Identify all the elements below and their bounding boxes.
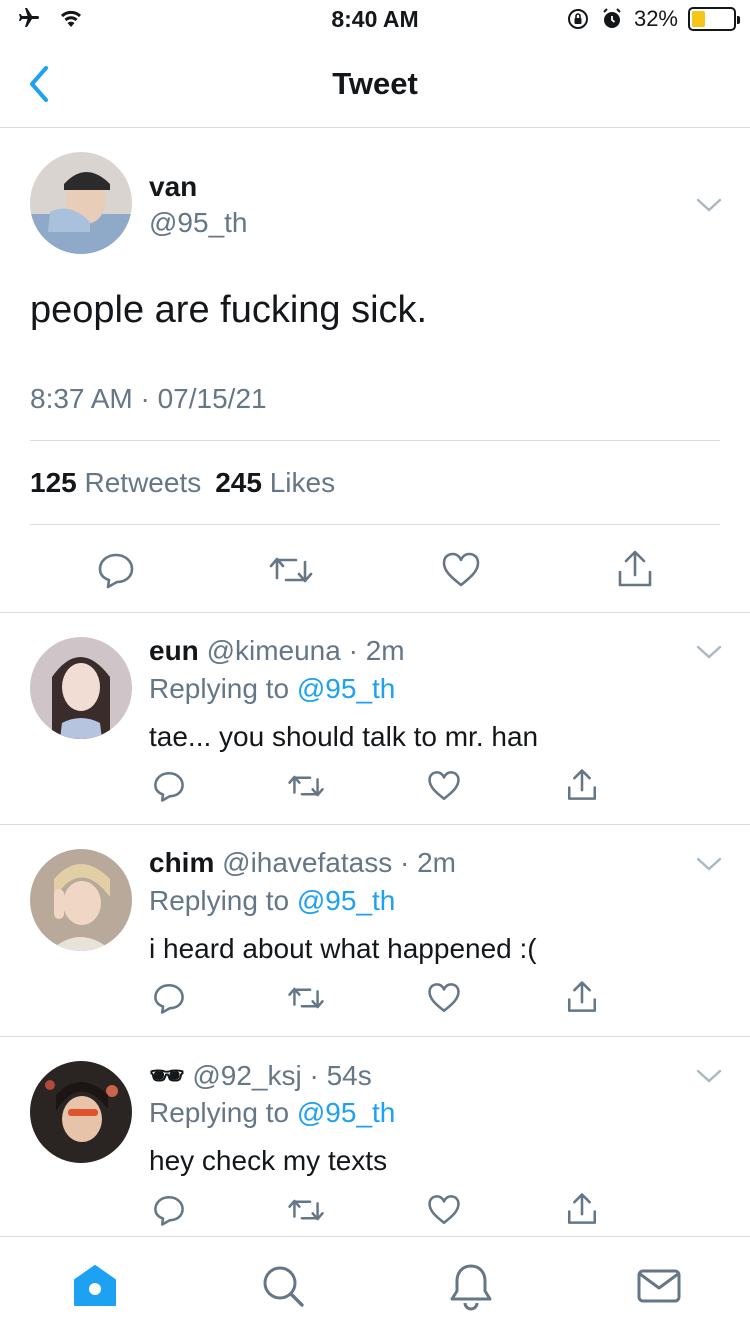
author-name[interactable]: van: [149, 171, 197, 203]
reply-icon[interactable]: [152, 769, 186, 803]
reply-tweet[interactable]: eun @kimeuna · 2m Replying to @95_th tae…: [0, 613, 750, 825]
retweet-label: Retweets: [84, 467, 202, 498]
like-label: Likes: [269, 467, 336, 498]
heart-icon[interactable]: [427, 769, 461, 803]
battery-percent: 32%: [633, 6, 678, 31]
tweet-text: people are fucking sick.: [30, 289, 428, 331]
chevron-down-icon[interactable]: [695, 196, 723, 214]
reply-time: · 54s: [309, 1060, 372, 1091]
page-title: Tweet: [332, 66, 418, 101]
divider: [30, 524, 720, 525]
home-icon[interactable]: [70, 1261, 120, 1311]
divider: [30, 440, 720, 441]
replying-prefix: Replying to: [149, 673, 290, 704]
notifications-icon[interactable]: [446, 1261, 496, 1311]
main-tweet: van @95_th people are fucking sick. 8:37…: [0, 129, 750, 613]
reply-text: hey check my texts: [149, 1145, 388, 1176]
alarm-icon: [603, 8, 621, 28]
like-count: 245: [215, 467, 262, 498]
reply-tweet[interactable]: 🕶 @92_ksj · 54s Replying to @95_th hey c…: [0, 1037, 750, 1249]
reply-header: eun @kimeuna · 2m: [149, 635, 405, 667]
chevron-down-icon[interactable]: [695, 855, 723, 873]
replying-prefix: Replying to: [149, 1097, 290, 1128]
share-icon[interactable]: [565, 1191, 599, 1227]
reply-actions: [0, 763, 750, 803]
reply-text: tae... you should talk to mr. han: [149, 721, 539, 752]
likes-stat[interactable]: 245 Likes: [215, 467, 335, 499]
reply-author-name[interactable]: eun: [149, 635, 199, 666]
reply-author-name[interactable]: 🕶: [149, 1060, 185, 1091]
tweet-stats: 125 Retweets 245 Likes: [30, 467, 349, 499]
messages-icon[interactable]: [634, 1261, 684, 1311]
rotation-lock-icon: [567, 9, 588, 29]
reply-tweet[interactable]: chim @ihavefatass · 2m Replying to @95_t…: [0, 825, 750, 1037]
reply-icon[interactable]: [152, 981, 186, 1015]
replying-prefix: Replying to: [149, 885, 290, 916]
status-bar: 8:40 AM 32%: [0, 0, 750, 40]
battery-fill: [692, 11, 705, 27]
retweet-icon[interactable]: [287, 1193, 325, 1227]
reply-author-handle[interactable]: @kimeuna: [207, 635, 341, 666]
author-handle[interactable]: @95_th: [149, 207, 248, 239]
chevron-down-icon[interactable]: [695, 643, 723, 661]
reply-author-handle[interactable]: @ihavefatass: [222, 847, 392, 878]
replying-to: Replying to @95_th: [149, 885, 395, 917]
reply-actions: [0, 1187, 750, 1227]
reply-icon[interactable]: [96, 550, 136, 590]
reply-header: chim @ihavefatass · 2m: [149, 847, 456, 879]
share-icon[interactable]: [565, 767, 599, 803]
reply-time: · 2m: [400, 847, 456, 878]
avatar-photo: [30, 1061, 132, 1163]
reply-header: 🕶 @92_ksj · 54s: [149, 1059, 372, 1092]
tweet-actions: [0, 546, 750, 596]
reply-text: i heard about what happened :(: [149, 933, 537, 964]
reply-actions: [0, 975, 750, 1015]
share-icon[interactable]: [565, 979, 599, 1015]
retweet-icon[interactable]: [287, 769, 325, 803]
replying-to: Replying to @95_th: [149, 1097, 395, 1129]
battery-icon: [688, 7, 740, 31]
avatar-photo: [30, 849, 132, 951]
avatar-photo: [30, 152, 132, 254]
chevron-down-icon[interactable]: [695, 1067, 723, 1085]
mention-link[interactable]: @95_th: [297, 885, 396, 916]
heart-icon[interactable]: [427, 1193, 461, 1227]
avatar-photo: [30, 637, 132, 739]
mention-link[interactable]: @95_th: [297, 1097, 396, 1128]
reply-author-handle[interactable]: @92_ksj: [192, 1060, 301, 1091]
retweet-count: 125: [30, 467, 77, 498]
heart-icon[interactable]: [441, 550, 481, 590]
avatar[interactable]: [30, 637, 132, 739]
retweet-icon[interactable]: [268, 550, 314, 590]
tab-bar: [0, 1236, 750, 1334]
reply-icon[interactable]: [152, 1193, 186, 1227]
nav-bar: Tweet: [0, 40, 750, 128]
heart-icon[interactable]: [427, 981, 461, 1015]
reply-time: · 2m: [348, 635, 405, 666]
retweets-stat[interactable]: 125 Retweets: [30, 467, 201, 499]
mention-link[interactable]: @95_th: [297, 673, 396, 704]
avatar[interactable]: [30, 152, 132, 254]
search-icon[interactable]: [258, 1261, 308, 1311]
replying-to: Replying to @95_th: [149, 673, 395, 705]
tweet-timestamp: 8:37 AM · 07/15/21: [30, 383, 267, 414]
avatar[interactable]: [30, 849, 132, 951]
avatar[interactable]: [30, 1061, 132, 1163]
reply-author-name[interactable]: chim: [149, 847, 214, 878]
share-icon[interactable]: [615, 548, 655, 590]
retweet-icon[interactable]: [287, 981, 325, 1015]
status-right: 32%: [566, 6, 740, 32]
